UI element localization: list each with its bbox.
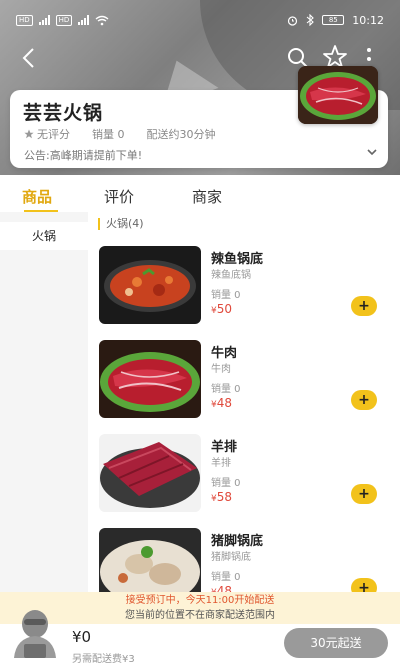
add-to-cart-button[interactable]: + [351, 296, 377, 316]
category-sidebar: 火锅 [0, 212, 88, 592]
status-bar: HD HD 85 10:12 [0, 0, 400, 40]
store-meta: 无评分 销量 0 配送约30分钟 [24, 126, 216, 142]
store-rating: 无评分 [24, 126, 70, 142]
price-value: 58 [216, 490, 233, 504]
product-item[interactable]: 牛肉 牛肉 销量 0 ¥48 + [99, 340, 399, 430]
product-image [99, 528, 201, 592]
cart-bar: ¥0 另需配送费¥3 30元起送 [0, 610, 400, 666]
product-image [99, 246, 201, 324]
wifi-icon [95, 15, 109, 25]
product-desc: 羊排 [211, 458, 231, 469]
product-price: ¥50 [211, 302, 232, 316]
product-item[interactable]: 辣鱼锅底 辣鱼底锅 销量 0 ¥50 + [99, 246, 399, 336]
sidebar-item-hotpot[interactable]: 火锅 [0, 222, 88, 250]
product-sales: 销量 0 [211, 572, 241, 583]
product-image [99, 434, 201, 512]
add-to-cart-button[interactable]: + [351, 578, 377, 592]
delivery-notice-banner: 接受预订中，今天11:00开始配送 您当前的位置不在商家配送范围内 [0, 592, 400, 624]
product-sales: 销量 0 [211, 290, 241, 301]
price-value: 50 [216, 302, 233, 316]
price-value: 48 [216, 396, 233, 410]
product-item[interactable]: 羊排 羊排 销量 0 ¥58 + [99, 434, 399, 524]
product-price: ¥48 [211, 396, 232, 410]
store-notice: 公告:高峰期请提前下单! [24, 149, 143, 162]
hd-chip: HD [55, 14, 73, 26]
store-delivery-time: 配送约30分钟 [146, 128, 216, 141]
preorder-notice: 接受预订中，今天11:00开始配送 [125, 595, 275, 606]
tab-reviews[interactable]: 评价 [104, 186, 134, 207]
product-price: ¥48 [211, 584, 232, 592]
product-name: 辣鱼锅底 [211, 252, 264, 267]
section-title: 火锅(4) [98, 218, 144, 230]
product-sales: 销量 0 [211, 384, 241, 395]
chevron-down-icon[interactable] [366, 146, 378, 158]
star-icon [24, 129, 34, 139]
signal-icon [78, 15, 90, 25]
store-name: 芸芸火锅 [23, 102, 104, 124]
store-logo-image [298, 66, 378, 124]
battery-icon: 85 [322, 15, 345, 25]
checkout-button[interactable]: 30元起送 [284, 628, 388, 658]
out-of-range-notice: 您当前的位置不在商家配送范围内 [125, 610, 275, 621]
product-name: 牛肉 [211, 346, 238, 361]
cart-mascot-icon[interactable] [10, 606, 60, 660]
back-icon[interactable] [18, 46, 42, 70]
add-to-cart-button[interactable]: + [351, 484, 377, 504]
hd-chip: HD [16, 14, 33, 26]
signal-icon [38, 15, 50, 25]
cart-total: ¥0 [72, 628, 92, 646]
tab-merchant[interactable]: 商家 [192, 186, 222, 207]
store-sales: 销量 0 [92, 128, 125, 141]
bluetooth-icon [306, 14, 315, 26]
tab-products[interactable]: 商品 [22, 186, 52, 207]
price-value: 48 [216, 584, 233, 592]
tab-bar: 商品 评价 商家 [0, 180, 400, 216]
delivery-fee: 另需配送费¥3 [72, 654, 135, 665]
rating-text: 无评分 [37, 128, 70, 141]
add-to-cart-button[interactable]: + [351, 390, 377, 410]
product-desc: 猪脚锅底 [211, 552, 251, 563]
product-price: ¥58 [211, 490, 232, 504]
product-name: 羊排 [211, 440, 238, 455]
product-name: 猪脚锅底 [211, 534, 264, 549]
alarm-icon [288, 15, 298, 26]
product-image [99, 340, 201, 418]
product-desc: 牛肉 [211, 364, 231, 375]
clock: 10:12 [352, 13, 384, 27]
product-list: 火锅(4) 辣鱼锅底 辣鱼底锅 销量 0 ¥50 + 牛肉 牛肉 销量 0 ¥4… [88, 212, 400, 592]
product-item[interactable]: 猪脚锅底 猪脚锅底 销量 0 ¥48 + [99, 528, 399, 592]
product-desc: 辣鱼底锅 [211, 270, 251, 281]
product-sales: 销量 0 [211, 478, 241, 489]
